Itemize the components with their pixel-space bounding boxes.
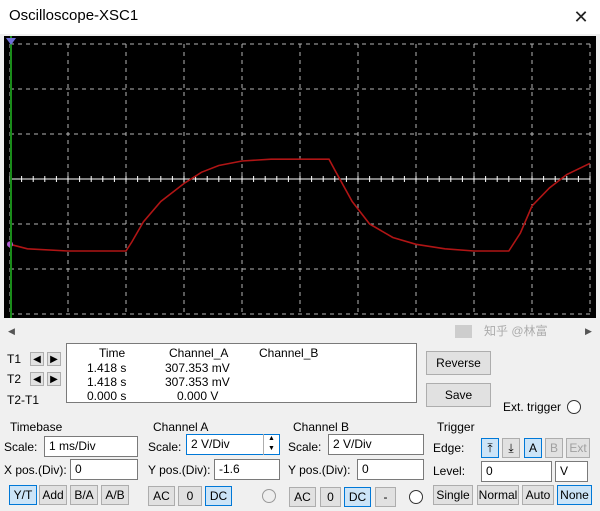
- scope-screen[interactable]: [4, 36, 596, 318]
- trigger-source-b-button[interactable]: B: [545, 438, 563, 458]
- t1-label: T1: [7, 352, 22, 366]
- channel-b-terminal[interactable]: [409, 490, 423, 504]
- xpos-label: X pos.(Div):: [4, 463, 67, 477]
- trigger-auto-button[interactable]: Auto: [522, 485, 554, 505]
- reverse-button[interactable]: Reverse: [426, 351, 491, 375]
- trigger-level-unit[interactable]: V: [555, 461, 588, 482]
- mode-ab-button[interactable]: A/B: [101, 485, 129, 505]
- channel-b-scale-label: Scale:: [288, 440, 322, 454]
- save-button[interactable]: Save: [426, 383, 491, 407]
- channel-b-ypos-field[interactable]: 0: [357, 459, 424, 480]
- edge-falling-icon[interactable]: ⤓: [502, 438, 520, 458]
- channel-a-terminal[interactable]: [262, 489, 276, 503]
- t2-channel-a: 307.353 mV: [165, 375, 230, 389]
- mode-yt-button[interactable]: Y/T: [9, 485, 37, 505]
- scroll-right-icon[interactable]: ▶: [581, 324, 596, 339]
- channel-a-dc-button[interactable]: DC: [205, 486, 232, 506]
- spin-up-icon[interactable]: ▲: [264, 434, 279, 444]
- trigger-normal-button[interactable]: Normal: [477, 485, 519, 505]
- t2-left-arrow-icon[interactable]: ◀: [30, 372, 44, 386]
- channel-b-ac-button[interactable]: AC: [289, 487, 316, 507]
- ext-trigger-label: Ext. trigger: [503, 400, 562, 414]
- cursor-t2-marker-icon: [6, 38, 16, 45]
- scroll-thumb[interactable]: [455, 325, 472, 338]
- channel-a-scale-spinner[interactable]: ▲ ▼: [263, 434, 279, 455]
- trigger-level-field[interactable]: 0: [481, 461, 552, 482]
- t1-channel-a: 307.353 mV: [165, 361, 230, 375]
- t1-time: 1.418 s: [87, 361, 127, 375]
- trigger-edge-label: Edge:: [433, 441, 465, 455]
- channel-a-ypos-field[interactable]: -1.6: [214, 459, 280, 480]
- trigger-source-ext-button[interactable]: Ext: [566, 438, 590, 458]
- t2-label: T2: [7, 372, 22, 386]
- timebase-scale-field[interactable]: 1 ms/Div: [44, 436, 138, 457]
- mode-add-button[interactable]: Add: [39, 485, 67, 505]
- header-channel-a: Channel_A: [169, 346, 229, 360]
- cursor-readout-table: Time Channel_A Channel_B 1.418 s 307.353…: [66, 343, 417, 403]
- header-channel-b: Channel_B: [259, 346, 319, 360]
- channel-b-title: Channel B: [293, 420, 350, 434]
- scroll-left-icon[interactable]: ◀: [4, 324, 19, 339]
- channel-a-scale-label: Scale:: [148, 440, 182, 454]
- title-bar: Oscilloscope-XSC1 ✕: [0, 0, 600, 34]
- trigger-title: Trigger: [437, 420, 475, 434]
- close-icon: ✕: [573, 6, 589, 27]
- channel-a-ac-button[interactable]: AC: [148, 486, 175, 506]
- header-time: Time: [99, 346, 126, 360]
- channel-a-zero-button[interactable]: 0: [178, 486, 202, 506]
- trigger-source-a-button[interactable]: A: [524, 438, 542, 458]
- channel-b-minus-button[interactable]: -: [375, 487, 396, 507]
- channel-b-scale-field[interactable]: 2 V/Div: [328, 434, 424, 455]
- spin-down-icon[interactable]: ▼: [264, 444, 279, 454]
- channel-b-zero-button[interactable]: 0: [320, 487, 341, 507]
- t2-right-arrow-icon[interactable]: ▶: [47, 372, 61, 386]
- t2-t1-channel-a: 0.000 V: [177, 389, 219, 403]
- oscilloscope-window: Oscilloscope-XSC1 ✕ ◀ ▶ 知乎 @林富 T1 ◀ ▶ T2…: [0, 0, 600, 511]
- scope-plot[interactable]: [4, 36, 596, 318]
- ext-trigger-terminal[interactable]: [567, 400, 581, 414]
- timebase-title: Timebase: [10, 420, 63, 434]
- trigger-none-button[interactable]: None: [557, 485, 592, 505]
- edge-rising-icon[interactable]: ⤒: [481, 438, 499, 458]
- t2-t1-label: T2-T1: [7, 393, 40, 407]
- trigger-level-label: Level:: [433, 464, 466, 478]
- channel-a-ypos-label: Y pos.(Div):: [148, 463, 211, 477]
- channel-b-dc-button[interactable]: DC: [344, 487, 371, 507]
- t2-t1-time: 0.000 s: [87, 389, 127, 403]
- window-title: Oscilloscope-XSC1: [9, 7, 139, 24]
- t1-left-arrow-icon[interactable]: ◀: [30, 352, 44, 366]
- t2-time: 1.418 s: [87, 375, 127, 389]
- channel-b-ypos-label: Y pos.(Div):: [288, 463, 351, 477]
- xpos-field[interactable]: 0: [70, 459, 138, 480]
- trigger-single-button[interactable]: Single: [433, 485, 473, 505]
- watermark: 知乎 @林富: [484, 324, 548, 338]
- t1-right-arrow-icon[interactable]: ▶: [47, 352, 61, 366]
- channel-a-title: Channel A: [153, 420, 209, 434]
- timebase-scale-label: Scale:: [4, 440, 38, 454]
- close-button[interactable]: ✕: [562, 0, 600, 34]
- mode-ba-button[interactable]: B/A: [70, 485, 98, 505]
